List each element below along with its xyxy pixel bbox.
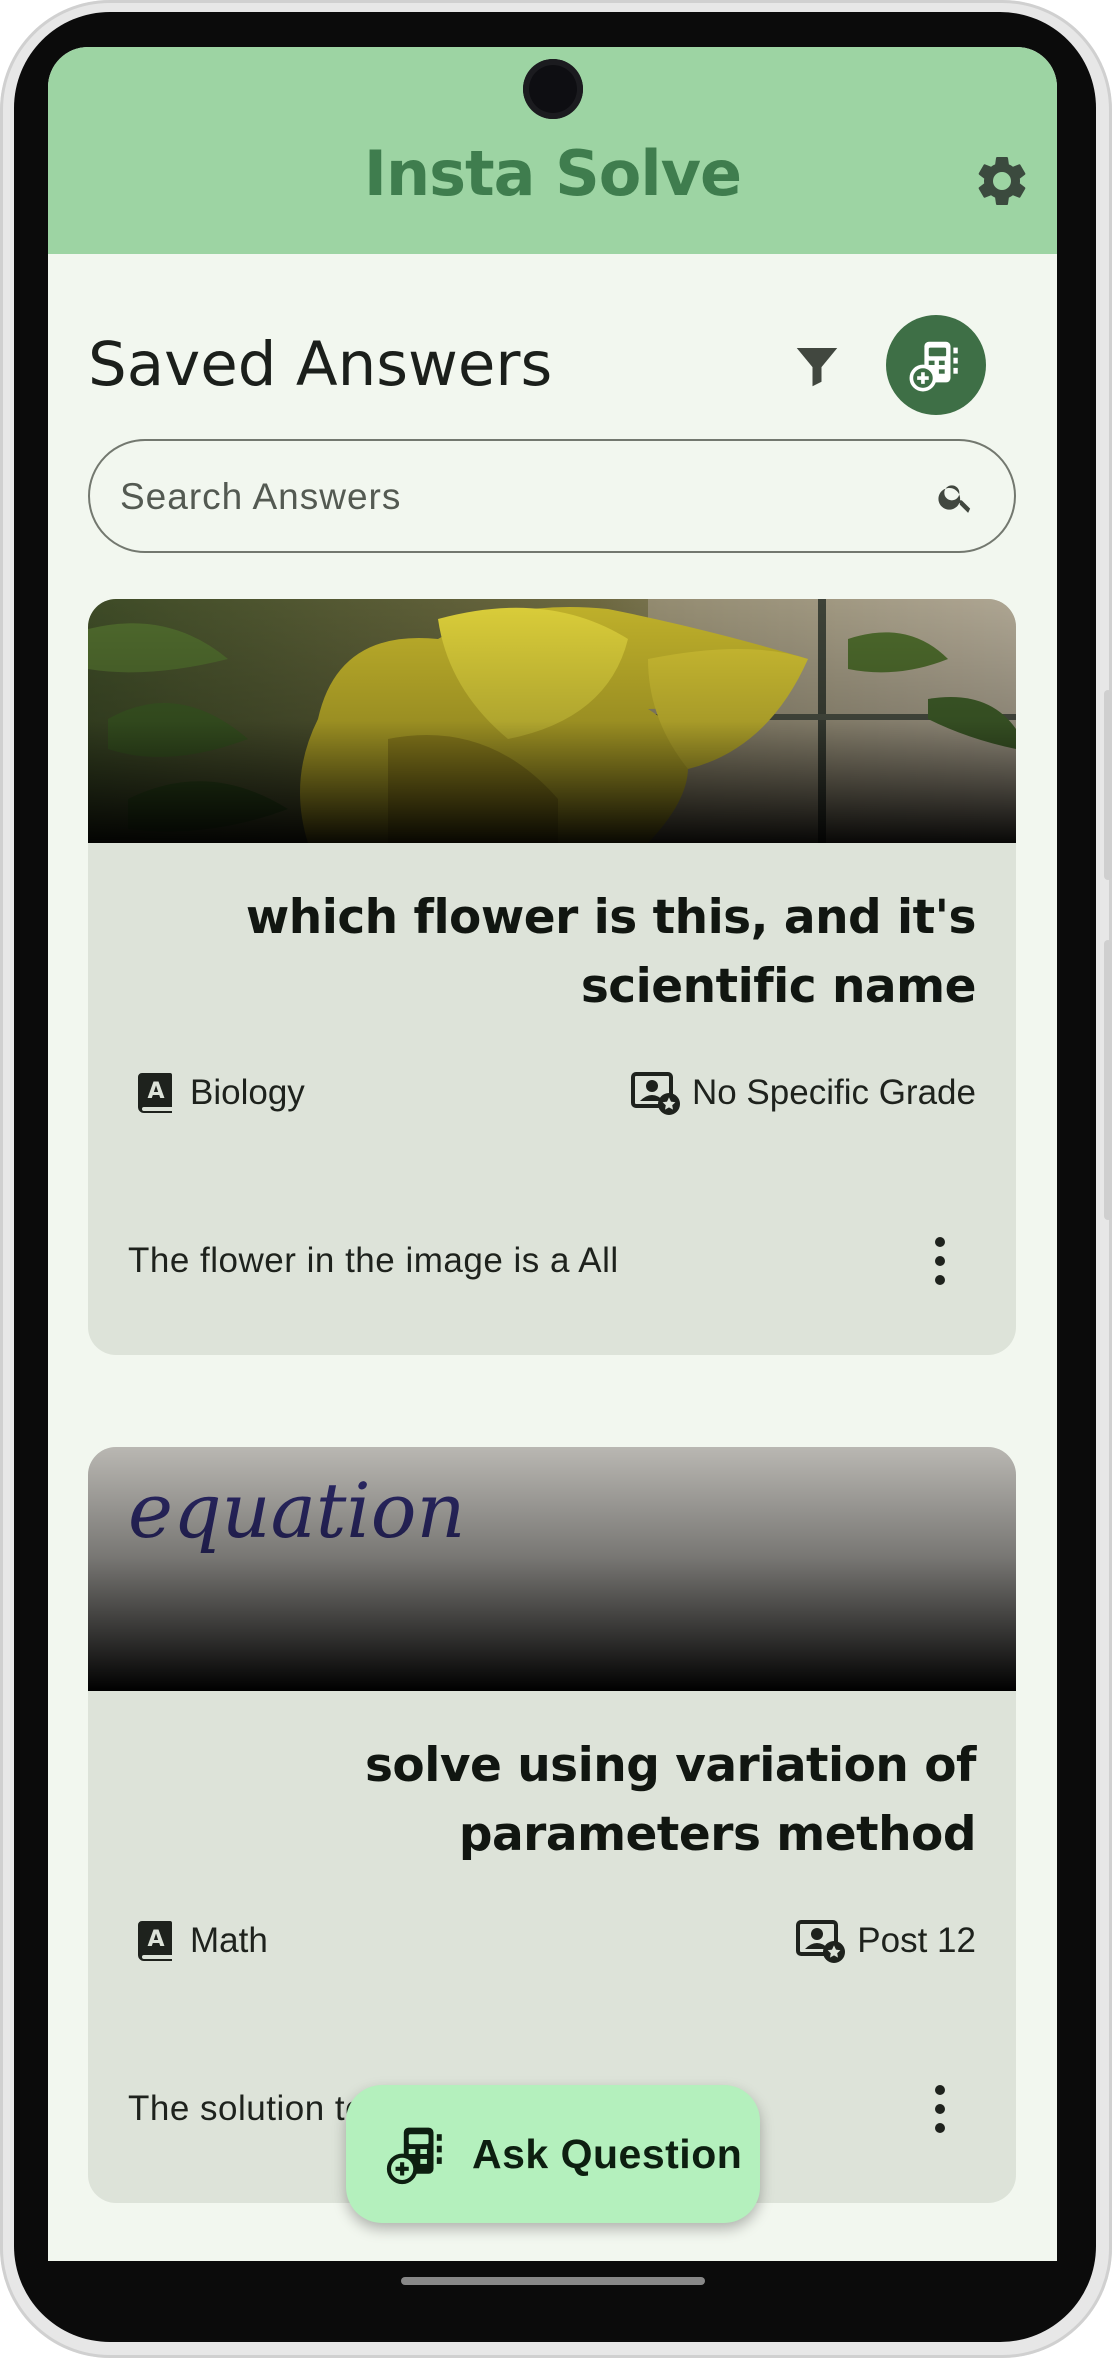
- more-vertical-icon[interactable]: [920, 2079, 960, 2139]
- filter-icon[interactable]: [790, 339, 844, 393]
- grade-label: No Specific Grade: [691, 1073, 976, 1112]
- calculator-add-icon: [386, 2127, 442, 2185]
- question-title: which flower is this, and it's scientifi…: [245, 890, 977, 1014]
- book-a-icon: A: [138, 1921, 172, 1961]
- subject-label: Biology: [190, 1073, 305, 1112]
- book-a-icon: A: [138, 1073, 172, 1113]
- subject-tag: A Math: [132, 1917, 268, 1965]
- subject-tag: A Biology: [132, 1069, 305, 1117]
- grade-badge-icon: [796, 1920, 846, 1963]
- grade-tag: Post 12: [795, 1917, 976, 1965]
- answer-card[interactable]: which flower is this, and it's scientifi…: [88, 599, 1016, 1355]
- screen: Insta Solve Saved Answers Search Answers…: [48, 47, 1057, 2261]
- grade-badge-icon: [630, 1072, 680, 1115]
- question-image-flower: [88, 599, 1016, 843]
- volume-button: [1104, 690, 1112, 880]
- calculator-add-icon: [909, 341, 958, 392]
- grade-label: Post 12: [857, 1921, 976, 1960]
- svg-text:A: A: [147, 1927, 164, 1952]
- new-question-button[interactable]: [886, 315, 986, 415]
- app-title: Insta Solve: [363, 137, 742, 210]
- answer-preview: The solution to: [128, 2089, 366, 2128]
- gear-icon[interactable]: [972, 151, 1032, 211]
- answer-preview: The flower in the image is a All: [128, 1241, 618, 1280]
- home-gesture-handle[interactable]: [401, 2277, 705, 2285]
- front-camera: [523, 59, 583, 119]
- page-title: Saved Answers: [88, 329, 553, 400]
- question-image-equation: equation: [88, 1447, 1016, 1691]
- question-title: solve using variation of parameters meth…: [364, 1738, 977, 1862]
- subject-label: Math: [190, 1921, 268, 1960]
- search-bar: [88, 439, 1016, 553]
- search-input[interactable]: [118, 467, 902, 527]
- ask-question-label: Ask Question: [472, 2130, 743, 2177]
- svg-text:A: A: [147, 1079, 164, 1104]
- grade-tag: No Specific Grade: [630, 1069, 976, 1117]
- more-vertical-icon[interactable]: [920, 1231, 960, 1291]
- ask-question-button[interactable]: Ask Question: [346, 2085, 760, 2223]
- search-icon[interactable]: [936, 477, 976, 517]
- power-button: [1104, 940, 1112, 1220]
